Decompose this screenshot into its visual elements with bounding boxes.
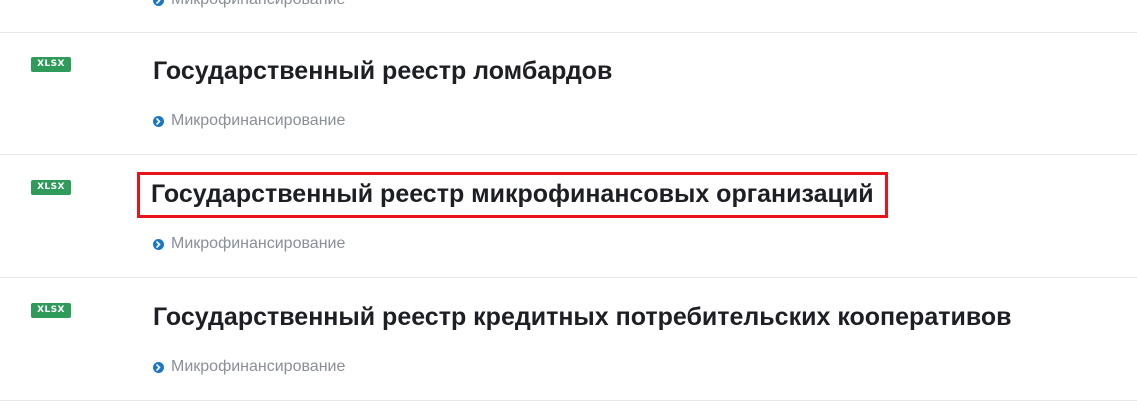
file-format-badge: XLSX	[31, 303, 71, 318]
category-label: Микрофинансирование	[171, 112, 346, 129]
document-title-link[interactable]: Государственный реестр микрофинансовых о…	[137, 172, 888, 218]
category-link[interactable]: Микрофинансирование	[153, 112, 345, 130]
list-item: XLSX Государственный реестр микрофинансо…	[0, 155, 1137, 278]
file-format-badge: XLSX	[31, 180, 71, 195]
documents-list: Микрофинансирование XLSX Государственный…	[0, 0, 1137, 415]
arrow-circle-right-icon	[153, 361, 164, 373]
list-item: Микрофинансирование	[0, 0, 1137, 33]
document-title-link[interactable]: Государственный реестр кредитных потреби…	[153, 302, 1012, 332]
category-link[interactable]: Микрофинансирование	[153, 358, 345, 376]
category-label: Микрофинансирование	[171, 0, 345, 9]
arrow-circle-right-icon	[153, 115, 164, 127]
file-format-badge: XLSX	[31, 57, 71, 72]
list-item: XLSX Государственный реестр ломбардов Ми…	[0, 32, 1137, 155]
category-label: Микрофинансирование	[171, 358, 346, 375]
document-title-link[interactable]: Государственный реестр ломбардов	[153, 56, 612, 86]
arrow-circle-right-icon	[153, 238, 164, 250]
category-link[interactable]: Микрофинансирование	[153, 0, 345, 9]
category-label: Микрофинансирование	[171, 235, 346, 252]
list-item: XLSX Государственный реестр кредитных по…	[0, 278, 1137, 401]
arrow-circle-right-icon	[153, 0, 164, 6]
category-link[interactable]: Микрофинансирование	[153, 235, 345, 253]
